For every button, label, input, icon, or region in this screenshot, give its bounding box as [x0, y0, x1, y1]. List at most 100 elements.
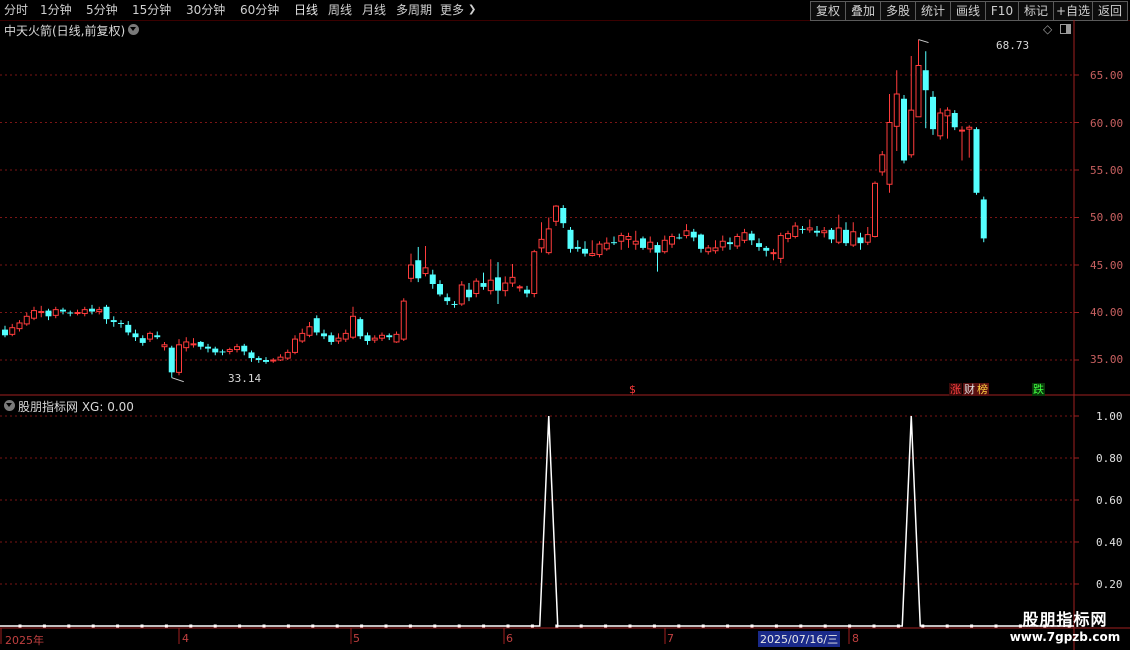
candle-body [183, 341, 190, 349]
candle-body [277, 356, 284, 361]
y-tick-45: 45.00 [1090, 259, 1124, 272]
candle-body [103, 306, 110, 320]
candle-body [930, 96, 936, 130]
price-chart[interactable] [0, 0, 1130, 650]
xg-baseline-dot [530, 624, 534, 628]
candle-body [785, 233, 791, 239]
xg-baseline-dot [774, 624, 778, 628]
xg-baseline-dot [945, 624, 949, 628]
candle-body [125, 324, 132, 333]
candle-body [596, 243, 603, 256]
xg-baseline-dot [677, 624, 681, 628]
candle-body [676, 237, 683, 239]
chevron-down-icon[interactable] [4, 400, 15, 411]
candle-body [139, 338, 146, 343]
dividend-marker[interactable]: $ [628, 383, 637, 396]
xg-baseline-dot [604, 624, 608, 628]
xg-baseline-dot [262, 624, 266, 628]
candle-body [197, 341, 204, 347]
ranking-marker[interactable]: 榜 [976, 383, 989, 396]
xg-baseline-dot [42, 624, 46, 628]
candle-body [509, 276, 516, 284]
candle-body [437, 284, 443, 295]
candle-body [777, 235, 784, 259]
candle-body [973, 129, 980, 193]
candle-body [915, 65, 922, 118]
candle-body [89, 308, 95, 312]
candle-body [545, 228, 552, 254]
xg-baseline-dot [579, 624, 583, 628]
candle-body [400, 300, 407, 340]
min-pointer [171, 377, 184, 383]
candle-body [350, 315, 356, 338]
candle-body [306, 326, 313, 336]
candle-body [451, 303, 458, 305]
candle-body [429, 274, 436, 284]
xg-baseline-dot [652, 624, 656, 628]
limit-down-marker[interactable]: 跌 [1032, 383, 1045, 396]
candle-body [60, 309, 66, 312]
xg-baseline-dot [848, 624, 852, 628]
candle-body [81, 309, 88, 314]
date-label-jun: 6 [506, 632, 513, 645]
date-label-aug: 8 [852, 632, 859, 645]
xg-signal-line [0, 415, 1074, 627]
candle-body [531, 251, 538, 294]
xg-baseline-dot [189, 624, 193, 628]
candle-body [727, 242, 733, 245]
candle-body [176, 344, 182, 373]
xg-baseline-dot [286, 624, 290, 628]
candle-body [147, 332, 153, 340]
candle-body [857, 237, 864, 244]
candle-body [212, 348, 219, 353]
candle-body [458, 284, 465, 305]
candle-body [226, 349, 233, 352]
candle-body [886, 122, 893, 185]
candle-body [9, 327, 16, 335]
candle-body [756, 243, 762, 247]
xg-baseline-dot [140, 624, 144, 628]
limit-up-marker[interactable]: 涨 [949, 383, 962, 396]
xg-baseline-dot [164, 624, 168, 628]
xg-baseline-dot [67, 624, 71, 628]
y-tick-55: 55.00 [1090, 164, 1124, 177]
candle-body [241, 345, 248, 352]
candle-body [966, 126, 973, 130]
y-tick-50: 50.00 [1090, 211, 1124, 224]
xg-baseline-dot [701, 624, 705, 628]
max-pointer [918, 39, 929, 44]
candle-body [16, 322, 23, 330]
xg-baseline-dot [726, 624, 730, 628]
candle-body [603, 242, 610, 250]
candle-body [487, 279, 494, 292]
candle-body [647, 241, 654, 250]
candle-body [74, 312, 81, 314]
xg-baseline-dot [433, 624, 437, 628]
min-price-label: 33.14 [228, 372, 262, 385]
candle-body [422, 267, 429, 275]
candle-body [661, 239, 668, 253]
candle-body [466, 289, 472, 298]
candle-body [110, 320, 117, 322]
candle-body [205, 346, 211, 349]
candle-body [792, 225, 799, 238]
candle-body [444, 297, 451, 302]
xg-baseline-dot [823, 624, 827, 628]
candle-body [168, 347, 175, 373]
candle-body [632, 240, 639, 245]
finance-marker[interactable]: 财 [963, 383, 976, 396]
candle-body [313, 318, 320, 333]
watermark: 股朋指标网 www.7gpzb.com [1006, 606, 1124, 644]
date-label-jul: 7 [667, 632, 674, 645]
y-tick-35: 35.00 [1090, 353, 1124, 366]
xg-baseline-dot [457, 624, 461, 628]
candle-body [872, 182, 878, 238]
candle-body [748, 233, 755, 241]
xg-baseline-dot [872, 624, 876, 628]
date-label-may: 5 [353, 632, 360, 645]
xg-baseline-dot [335, 624, 339, 628]
candle-body [908, 109, 915, 156]
candle-body [850, 231, 857, 246]
xg-baseline-dot [555, 624, 559, 628]
xg-baseline-dot [213, 624, 217, 628]
